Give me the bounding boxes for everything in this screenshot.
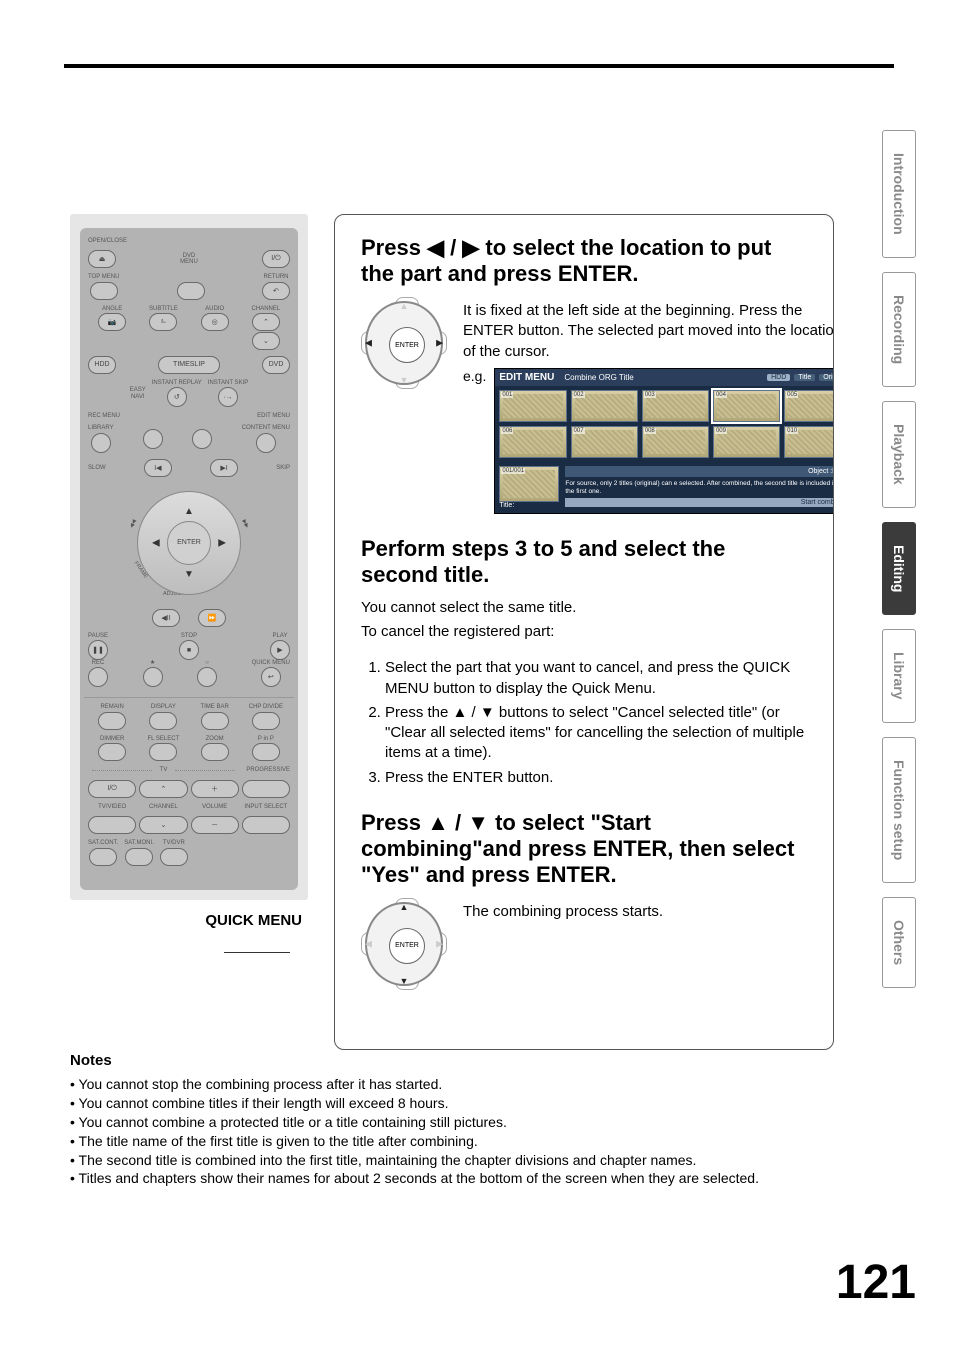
step5-body: It is fixed at the left side at the begi… — [463, 301, 834, 362]
eg-label: e.g. — [463, 368, 486, 384]
tab-editing[interactable]: Editing — [882, 522, 916, 615]
tab-library[interactable]: Library — [882, 629, 916, 722]
dpad-enter: ◀◀ ▶▶ FRAME PICTURE/SEARCH ADJUST ▲▼ ◀▶ … — [129, 483, 249, 603]
notes-heading: Notes — [70, 1052, 834, 1069]
notes-list: You cannot stop the combining process af… — [70, 1075, 834, 1188]
quick-menu-button: ↩ — [261, 667, 281, 687]
section-tabs: Introduction Recording Playback Editing … — [882, 130, 916, 988]
tab-introduction[interactable]: Introduction — [882, 130, 916, 258]
dpad-left-right-icon: ENTER ▲▼◀▶ — [361, 297, 447, 389]
tab-others[interactable]: Others — [882, 897, 916, 988]
tab-function-setup[interactable]: Function setup — [882, 737, 916, 883]
page-number: 121 — [836, 1255, 916, 1310]
step7-body: The combining process starts. — [463, 902, 807, 922]
step6-heading: Perform steps 3 to 5 and select the seco… — [361, 536, 807, 588]
step6-p1: You cannot select the same title. — [361, 598, 807, 618]
step7-heading: Press ▲ / ▼ to select "Start combining"a… — [361, 810, 807, 888]
tab-recording[interactable]: Recording — [882, 272, 916, 387]
step5-heading: Press ◀ / ▶ to select the location to pu… — [361, 235, 807, 287]
tab-playback[interactable]: Playback — [882, 401, 916, 508]
combine-menu-preview: EDIT MENU Combine ORG Title HDD Title Or… — [494, 368, 834, 514]
callout-leader — [224, 952, 290, 953]
dpad-up-down-icon: ENTER ▲▼◀▶ — [361, 898, 447, 990]
step6-list: Select the part that you want to cancel,… — [361, 658, 807, 788]
eject-button: ⏏ — [88, 250, 116, 268]
remote-illustration: OPEN/CLOSE ⏏ DVD MENU I/⏻ TOP MENU RETUR… — [70, 214, 308, 900]
step6-p2: To cancel the registered part: — [361, 622, 807, 642]
power-button: I/⏻ — [262, 250, 290, 268]
quick-menu-callout: QUICK MENU — [70, 912, 302, 929]
